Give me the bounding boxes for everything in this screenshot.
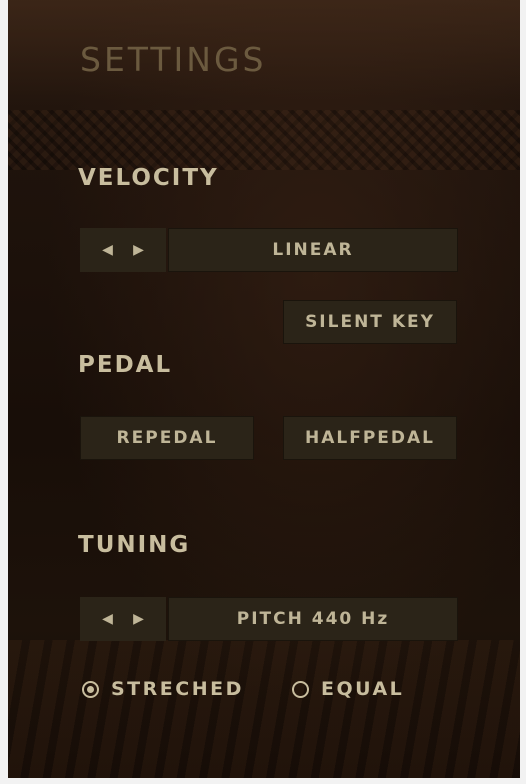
radio-selected-icon[interactable]: [82, 680, 99, 698]
halfpedal-button[interactable]: HALFPEDAL: [283, 416, 457, 460]
tuning-heading: TUNING: [78, 532, 191, 558]
repedal-button[interactable]: REPEDAL: [80, 416, 254, 460]
radio-streched[interactable]: STRECHED: [82, 678, 244, 700]
velocity-curve-selector[interactable]: LINEAR: [168, 228, 458, 272]
silent-key-button[interactable]: SILENT KEY: [283, 300, 457, 344]
velocity-arrows: ◀ ▶: [80, 228, 166, 272]
background-floor: [8, 640, 520, 778]
background-lattice: [8, 110, 520, 170]
pitch-selector[interactable]: PITCH 440 Hz: [168, 597, 458, 641]
radio-unselected-icon[interactable]: [292, 680, 309, 698]
radio-equal[interactable]: EQUAL: [292, 678, 404, 700]
velocity-next-icon[interactable]: ▶: [131, 242, 147, 258]
velocity-heading: VELOCITY: [78, 165, 219, 191]
velocity-prev-icon[interactable]: ◀: [100, 242, 116, 258]
radio-equal-label: EQUAL: [321, 678, 405, 700]
page-title: SETTINGS: [80, 40, 267, 79]
frame-bottom: [0, 778, 526, 784]
tuning-arrows: ◀ ▶: [80, 597, 166, 641]
tuning-next-icon[interactable]: ▶: [131, 611, 147, 627]
tuning-prev-icon[interactable]: ◀: [100, 611, 116, 627]
settings-panel: SETTINGS VELOCITY ◀ ▶ LINEAR SILENT KEY …: [0, 0, 526, 784]
pedal-heading: PEDAL: [78, 352, 173, 378]
frame-left: [0, 0, 8, 784]
frame-right: [520, 0, 526, 784]
radio-streched-label: STRECHED: [111, 678, 244, 700]
